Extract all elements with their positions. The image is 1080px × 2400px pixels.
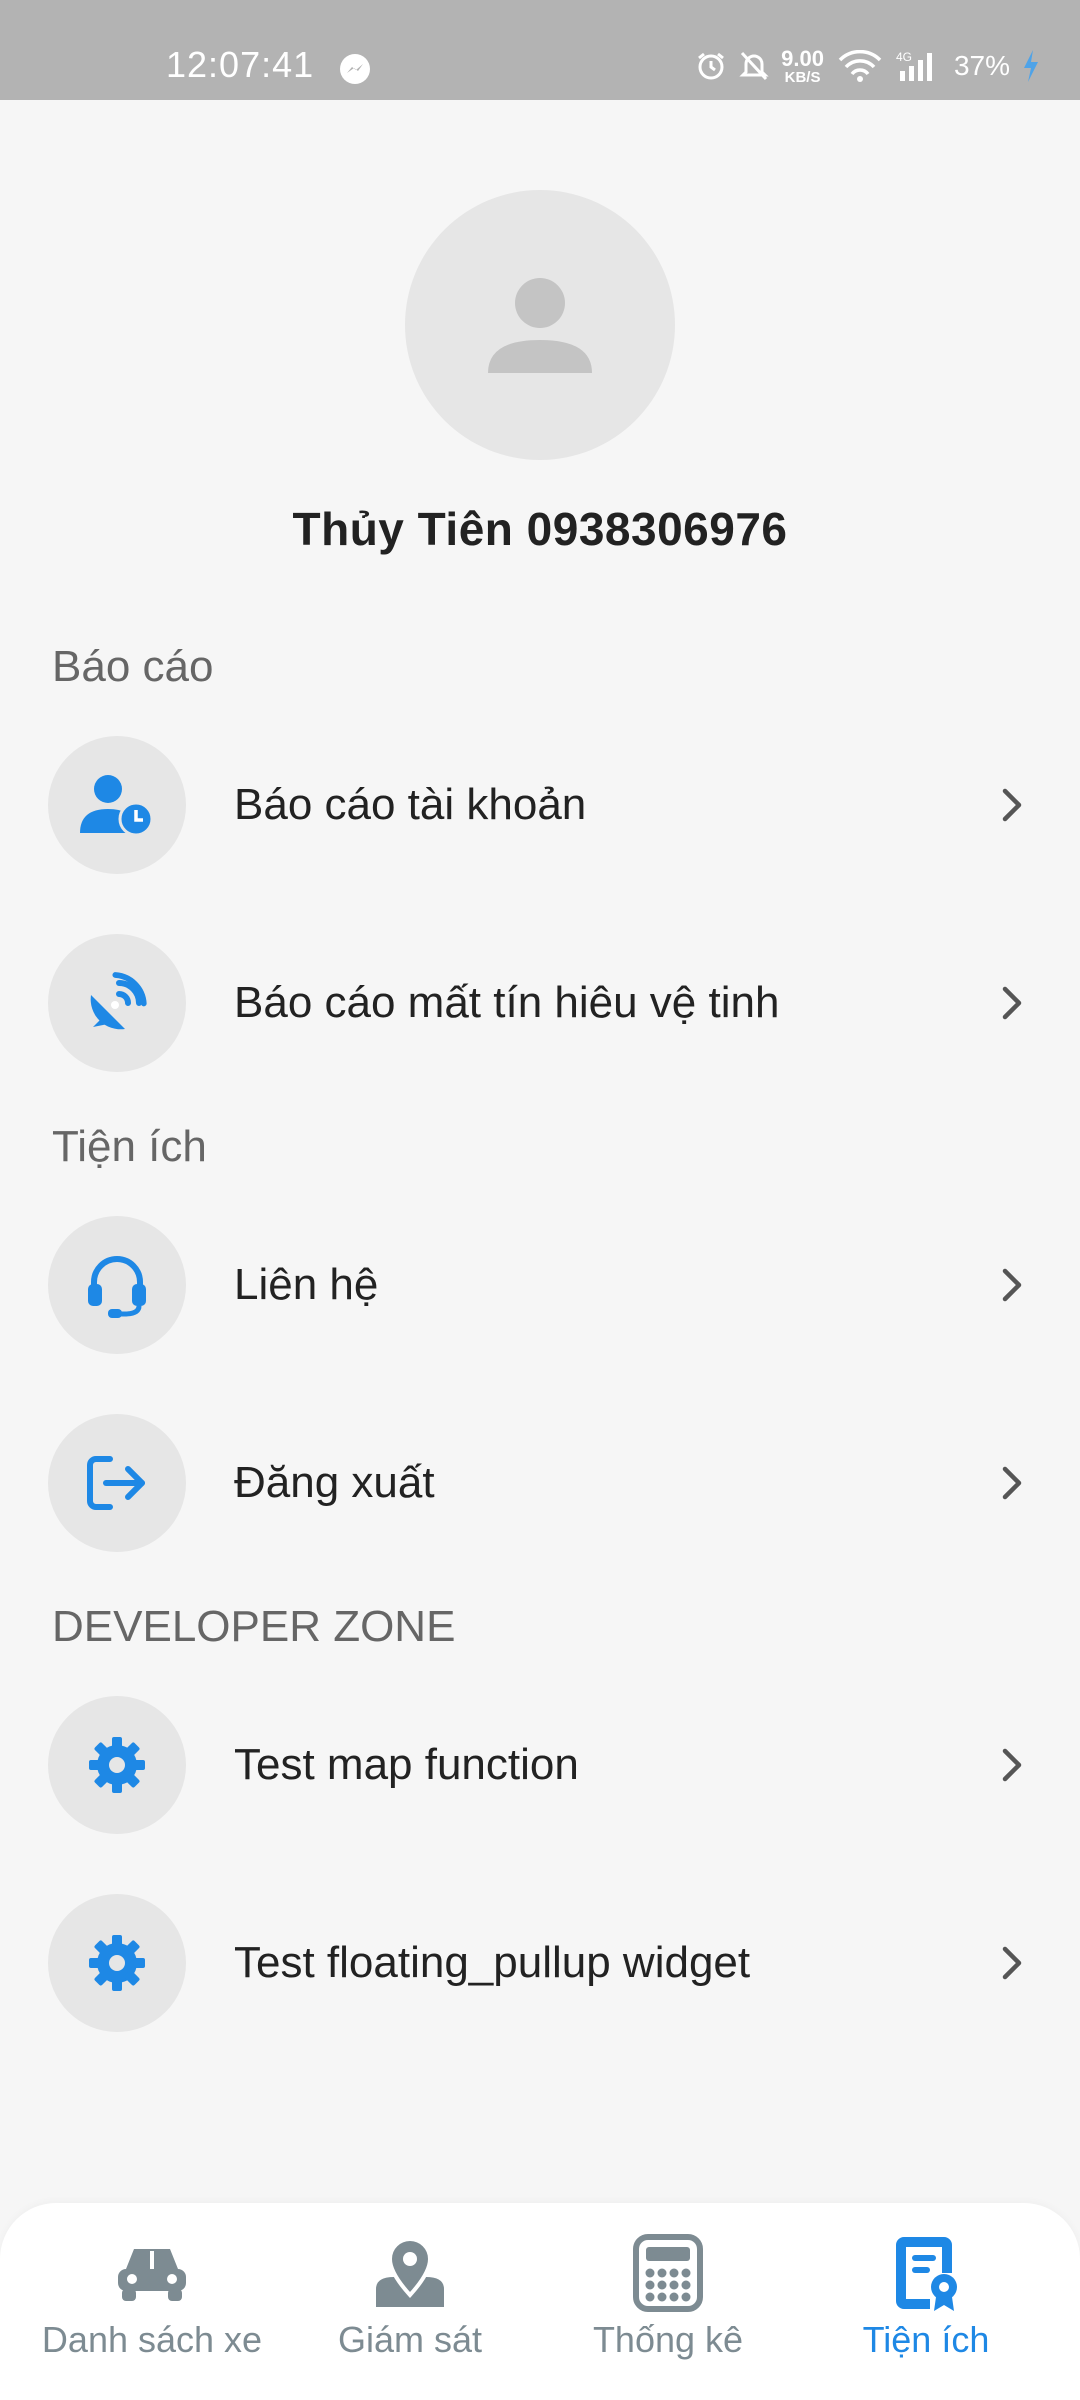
chevron-right-icon [1002, 986, 1022, 1020]
user-icon [488, 278, 592, 373]
section-title-reports: Báo cáo [52, 642, 214, 691]
avatar[interactable] [405, 190, 675, 460]
menu-label-signal-loss-report: Báo cáo mất tín hiêu vệ tinh [234, 978, 780, 1027]
wifi-icon [836, 50, 884, 82]
menu-label-contact: Liên hệ [234, 1260, 379, 1309]
nav-label-monitoring: Giám sát [337, 2319, 483, 2360]
menu-item-account-report[interactable]: Báo cáo tài khoản [48, 736, 1038, 874]
menu-item-logout[interactable]: Đăng xuất [48, 1414, 1038, 1552]
calculator-icon [633, 2234, 703, 2312]
chevron-right-icon [1002, 1466, 1022, 1500]
nav-item-vehicle-list[interactable]: Danh sách xe [22, 2233, 282, 2361]
status-time: 12:07:41 [166, 44, 315, 85]
menu-label-account-report: Báo cáo tài khoản [234, 780, 587, 829]
chevron-right-icon [1002, 1748, 1022, 1782]
net-speed-unit: KB/S [784, 68, 821, 86]
bottom-nav: Danh sách xe Giám sát Thống kê Tiện ích [0, 2203, 1080, 2400]
user-clock-icon [80, 775, 154, 837]
chevron-right-icon [1002, 1946, 1022, 1980]
map-pin-icon [376, 2236, 444, 2307]
menu-label-test-map: Test map function [234, 1740, 579, 1789]
certificate-icon [896, 2237, 957, 2311]
menu-label-logout: Đăng xuất [234, 1458, 435, 1507]
menu-label-test-floating-pullup: Test floating_pullup widget [234, 1938, 751, 1987]
nav-label-statistics: Thống kê [592, 2319, 744, 2360]
nav-item-monitoring[interactable]: Giám sát [280, 2233, 540, 2361]
menu-item-contact[interactable]: Liên hệ [48, 1216, 1038, 1354]
status-bar: 12:07:41 9.00 KB/S 4G 37% [0, 0, 1080, 100]
chevron-right-icon [1002, 788, 1022, 822]
signal-4g-icon: 4G [896, 49, 942, 83]
net-speed: 9.00 KB/S [781, 45, 824, 86]
satellite-dish-icon [90, 972, 147, 1030]
svg-text:4G: 4G [896, 50, 912, 64]
bell-off-icon [739, 50, 769, 82]
headset-icon [88, 1256, 146, 1318]
logout-icon [87, 1456, 145, 1510]
status-icons: 9.00 KB/S 4G 37% [695, 44, 1040, 88]
section-title-developer: DEVELOPER ZONE [52, 1602, 456, 1651]
nav-item-utilities[interactable]: Tiện ích [796, 2233, 1056, 2361]
gear-icon [89, 1935, 145, 1991]
charging-icon [1022, 49, 1040, 83]
menu-item-test-map[interactable]: Test map function [48, 1696, 1038, 1834]
menu-item-signal-loss-report[interactable]: Báo cáo mất tín hiêu vệ tinh [48, 934, 1038, 1072]
chevron-right-icon [1002, 1268, 1022, 1302]
nav-label-vehicle-list: Danh sách xe [41, 2319, 263, 2360]
car-icon [118, 2249, 186, 2301]
gear-icon [89, 1737, 145, 1793]
net-speed-value: 9.00 [781, 45, 824, 71]
profile-name: Thủy Tiên 0938306976 [292, 503, 788, 555]
messenger-icon [338, 52, 372, 86]
battery-percent: 37% [953, 50, 1010, 81]
alarm-icon [695, 50, 727, 82]
menu-item-test-floating-pullup[interactable]: Test floating_pullup widget [48, 1894, 1038, 2032]
nav-item-statistics[interactable]: Thống kê [538, 2233, 798, 2361]
nav-label-utilities: Tiện ích [862, 2319, 990, 2360]
section-title-utilities: Tiện ích [52, 1122, 207, 1171]
